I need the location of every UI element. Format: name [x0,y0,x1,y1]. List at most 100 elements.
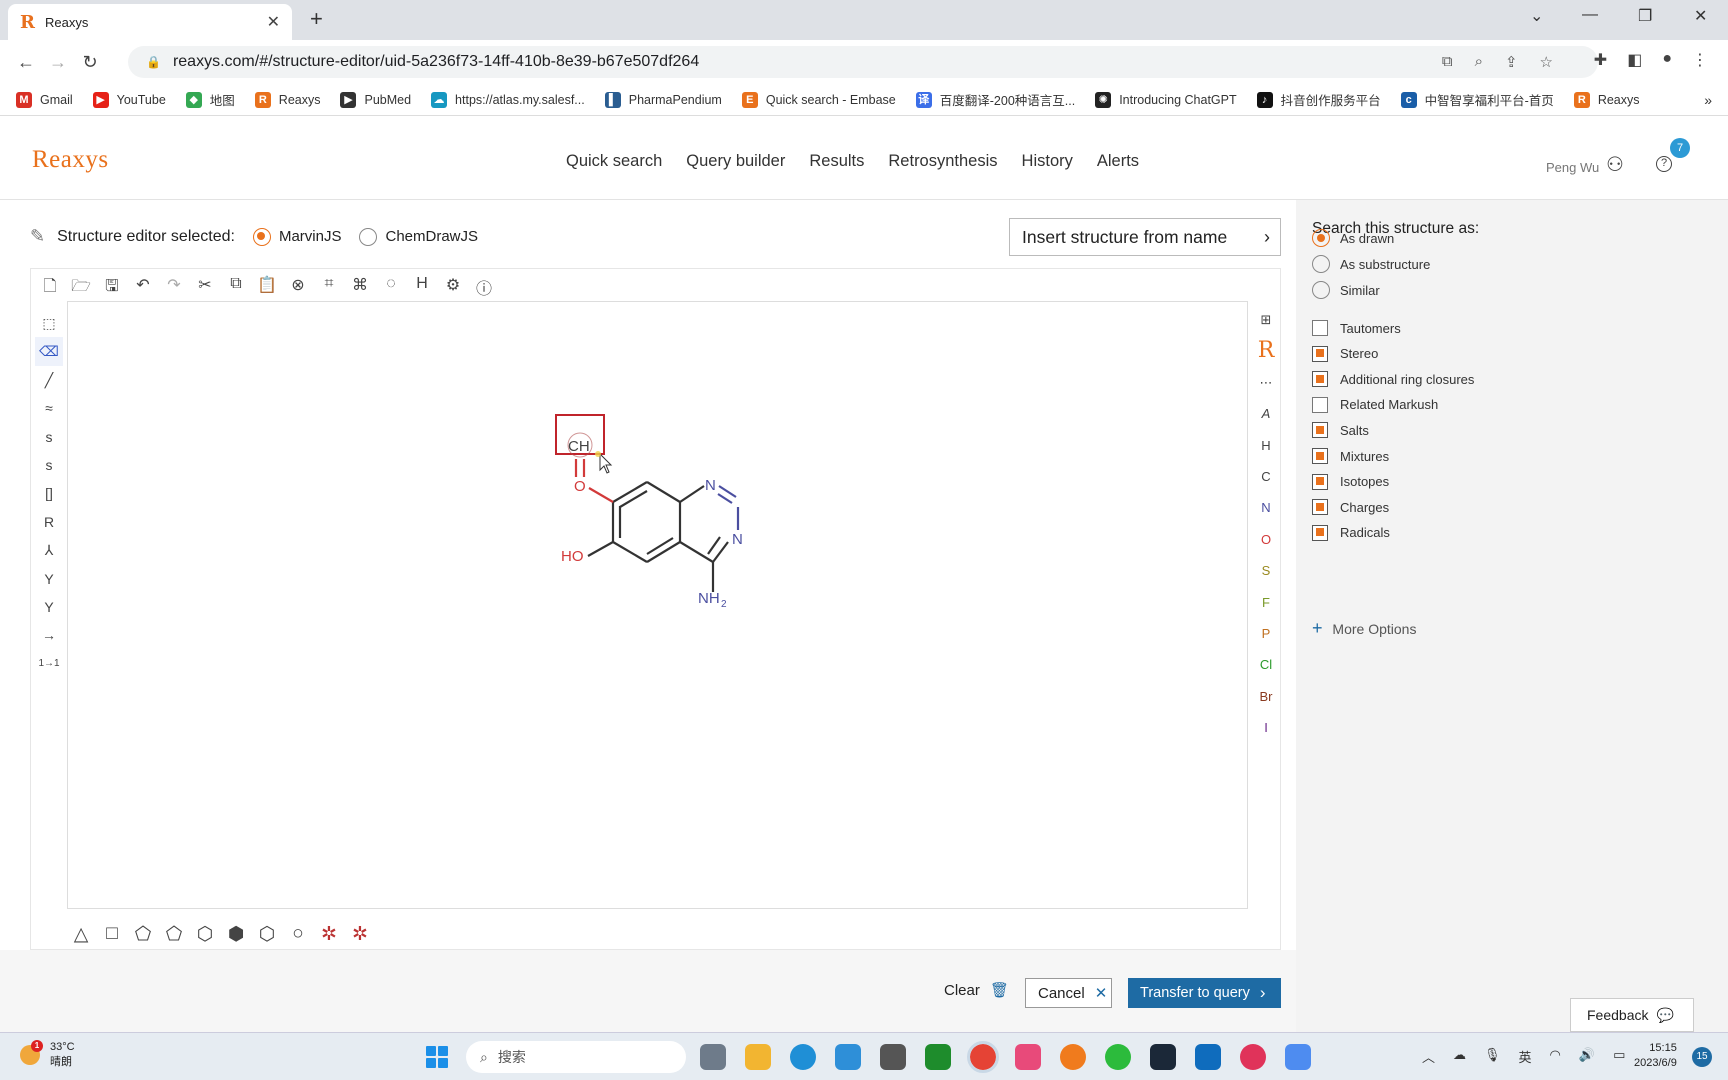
bookmark-item[interactable]: ☁ https://atlas.my.salesf... [431,91,585,108]
xbox-icon[interactable] [925,1044,951,1070]
cloud-icon[interactable]: ☁ [1453,1047,1466,1066]
option-checkbox[interactable] [1312,396,1328,413]
pentagon-ring-icon[interactable]: ⬠ [133,923,153,946]
help-icon[interactable]: ? [1656,156,1672,172]
clear-button[interactable]: Clear 🗑 [944,981,1009,999]
nav-alerts[interactable]: Alerts [1097,152,1139,171]
option-checkbox[interactable] [1312,499,1328,516]
atom-button-n[interactable]: N [1261,493,1270,524]
nav-results[interactable]: Results [809,152,864,171]
atom-button-h[interactable]: H [1261,431,1270,462]
new-tab-icon[interactable]: + [310,6,323,32]
info-icon[interactable]: ⓘ [473,275,495,299]
more-options-link[interactable]: + More Options [1312,618,1416,639]
rgroup-tool-icon[interactable]: R [35,508,63,536]
template-lock-icon[interactable]: Y [35,593,63,621]
option-checkbox[interactable] [1312,448,1328,464]
cyclopentane-icon[interactable]: ⬠ [164,923,184,946]
atom-label-n2[interactable]: N [732,531,743,548]
select-tool-icon[interactable]: ⬚ [35,309,63,337]
option-additional-ring-closures[interactable]: Additional ring closures [1312,371,1474,388]
taskbar-search-input[interactable]: ⌕ 搜索 [466,1041,686,1073]
chain-tool-icon[interactable]: ≈ [35,394,63,422]
atom-map-icon[interactable]: 1→1 [35,650,63,678]
octagon-ring-icon[interactable]: ○ [288,923,308,946]
notification-badge[interactable]: 15 [1692,1047,1712,1067]
translate-icon[interactable]: ⧉ [1442,53,1453,71]
atom-button-br[interactable]: Br [1260,682,1273,713]
option-stereo[interactable]: Stereo [1312,345,1378,362]
bookmark-item[interactable]: R Reaxys [1573,91,1640,108]
search-mode-similar[interactable]: Similar [1312,281,1380,299]
option-checkbox[interactable] [1312,473,1328,490]
ime-indicator[interactable]: 英 [1519,1047,1532,1066]
outlook-icon[interactable] [1195,1044,1221,1070]
option-checkbox[interactable] [1312,524,1328,541]
option-checkbox[interactable] [1312,371,1328,388]
wifi-icon[interactable]: ◠ [1550,1047,1561,1066]
square-ring-icon[interactable]: □ [102,923,122,946]
template-1-icon[interactable]: ✲ [319,923,339,946]
3d-view-icon[interactable]: ◌ [380,275,402,299]
share-icon[interactable]: ⇪ [1505,53,1518,71]
reaction-arrow-icon[interactable]: → [35,621,63,649]
task-view-icon[interactable] [700,1044,726,1070]
windows-start-icon[interactable] [426,1046,448,1068]
app-dark-icon[interactable] [880,1044,906,1070]
insert-structure-button[interactable]: Insert structure from name › [1009,218,1281,256]
chrome-icon[interactable] [967,1041,999,1073]
hexagon-ring-icon[interactable]: ⬡ [195,923,215,946]
open-folder-icon[interactable]: 🗁 [70,275,92,299]
search-mode-radio[interactable] [1312,281,1330,299]
music-app-icon[interactable] [1015,1044,1041,1070]
reload-icon[interactable]: ↻ [74,52,106,73]
tab-search-icon[interactable]: ⌄ [1530,6,1543,26]
atom-label-ch[interactable]: CH [568,438,590,455]
triangle-ring-icon[interactable]: △ [71,923,91,946]
feedback-button[interactable]: Feedback 💬 [1570,998,1694,1032]
option-checkbox[interactable] [1312,320,1328,336]
zoom-tool-icon[interactable]: ⊗ [287,275,309,299]
clean-3d-icon[interactable]: ⌘ [349,275,371,299]
steam-icon[interactable] [1150,1044,1176,1070]
side-panel-icon[interactable]: ◧ [1627,50,1642,70]
bookmark-item[interactable]: ♪ 抖音创作服务平台 [1256,90,1381,109]
battery-icon[interactable]: ▭ [1613,1047,1625,1066]
atom-button-cl[interactable]: Cl [1260,650,1272,681]
nav-query-builder[interactable]: Query builder [686,152,785,171]
restore-icon[interactable]: ❐ [1638,6,1652,26]
file-explorer-icon[interactable] [745,1044,771,1070]
bookmark-item[interactable]: ✺ Introducing ChatGPT [1095,91,1237,108]
atom-list-icon[interactable]: ⋯ [1260,368,1273,399]
chrome-menu-icon[interactable]: ⋮ [1692,50,1708,70]
reaxys-logo[interactable]: Reaxys [32,146,109,174]
bookmarks-overflow-icon[interactable]: » [1704,92,1712,108]
option-radicals[interactable]: Radicals [1312,524,1390,541]
nav-quick-search[interactable]: Quick search [566,152,662,171]
close-tab-icon[interactable]: ✕ [267,12,280,32]
zoom-icon[interactable]: ⌕ [1475,53,1483,71]
user-icon[interactable]: ⚇ [1606,152,1624,177]
edge-icon[interactable] [790,1044,816,1070]
rgroup-icon[interactable]: R [1258,336,1275,367]
drawing-canvas[interactable]: CH O N N HO NH 2 [67,301,1248,909]
search-mode-as-substructure[interactable]: As substructure [1312,255,1430,273]
back-icon[interactable]: ← [10,52,42,73]
cancel-button[interactable]: Cancel ✕ [1025,978,1112,1008]
cyclohexane-icon[interactable]: ⬡ [257,923,277,946]
atom-button-f[interactable]: F [1262,588,1270,619]
window-close-icon[interactable]: ✕ [1694,6,1707,26]
bracket-tool-icon[interactable]: [] [35,479,63,507]
search-mode-radio[interactable] [1312,229,1330,247]
undo-icon[interactable]: ↶ [132,275,154,299]
browser-tab[interactable]: R Reaxys ✕ [8,4,292,40]
url-input[interactable]: 🔒 reaxys.com/#/structure-editor/uid-5a23… [128,46,1598,78]
store-icon[interactable] [835,1044,861,1070]
option-isotopes[interactable]: Isotopes [1312,473,1389,490]
user-name[interactable]: Peng Wu [1546,160,1599,175]
chemdrawjs-radio[interactable] [359,227,378,246]
bookmark-star-icon[interactable]: ☆ [1540,53,1553,71]
template-tool-icon[interactable]: Y [35,565,63,593]
clean-2d-icon[interactable]: ⌗ [318,275,340,299]
single-bond-icon[interactable]: ╱ [35,366,63,394]
